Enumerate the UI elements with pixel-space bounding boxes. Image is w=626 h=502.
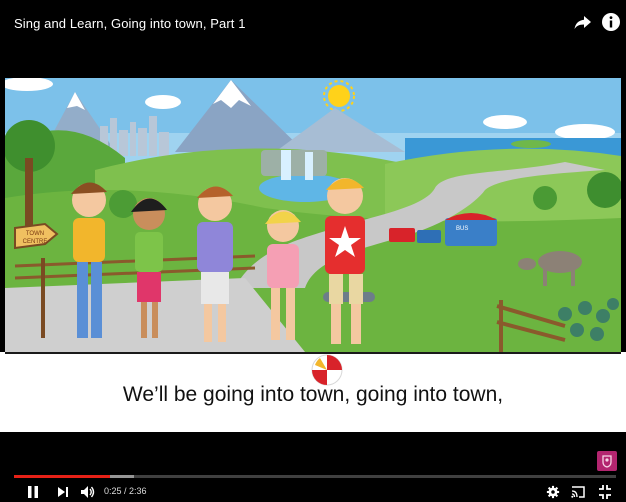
progress-played [14, 475, 111, 478]
caption-area: We’ll be going into town, going into tow… [0, 352, 626, 432]
gear-icon[interactable] [546, 484, 560, 500]
time-display: 0:25 / 2:36 [104, 486, 147, 496]
sign-line-2: CENTRE [23, 239, 48, 245]
cast-icon[interactable] [570, 484, 586, 500]
bus-sign: BUS [456, 226, 468, 232]
share-arrow-icon[interactable] [573, 12, 593, 32]
video-player[interactable]: Sing and Learn, Going into town, Part 1 [0, 0, 626, 502]
current-time: 0:25 [104, 486, 122, 496]
channel-logo[interactable] [597, 451, 617, 471]
duration: 2:36 [129, 486, 147, 496]
pause-icon[interactable] [26, 484, 40, 500]
exit-fullscreen-icon[interactable] [598, 484, 612, 500]
time-separator: / [121, 486, 130, 496]
video-frame: TOWN CENTRE BUS [5, 78, 621, 352]
control-bar: 0:25 / 2:36 [0, 432, 626, 502]
sign-line-1: TOWN [26, 231, 44, 237]
info-icon[interactable] [601, 12, 621, 32]
video-title[interactable]: Sing and Learn, Going into town, Part 1 [14, 16, 246, 31]
top-bar: Sing and Learn, Going into town, Part 1 [0, 0, 626, 78]
beach-ball-icon [311, 354, 343, 386]
lyrics-caption: We’ll be going into town, going into tow… [122, 383, 504, 406]
progress-bar[interactable] [14, 475, 616, 478]
skip-next-icon[interactable] [56, 484, 70, 500]
crest-icon [602, 455, 612, 468]
volume-icon[interactable] [80, 484, 96, 500]
